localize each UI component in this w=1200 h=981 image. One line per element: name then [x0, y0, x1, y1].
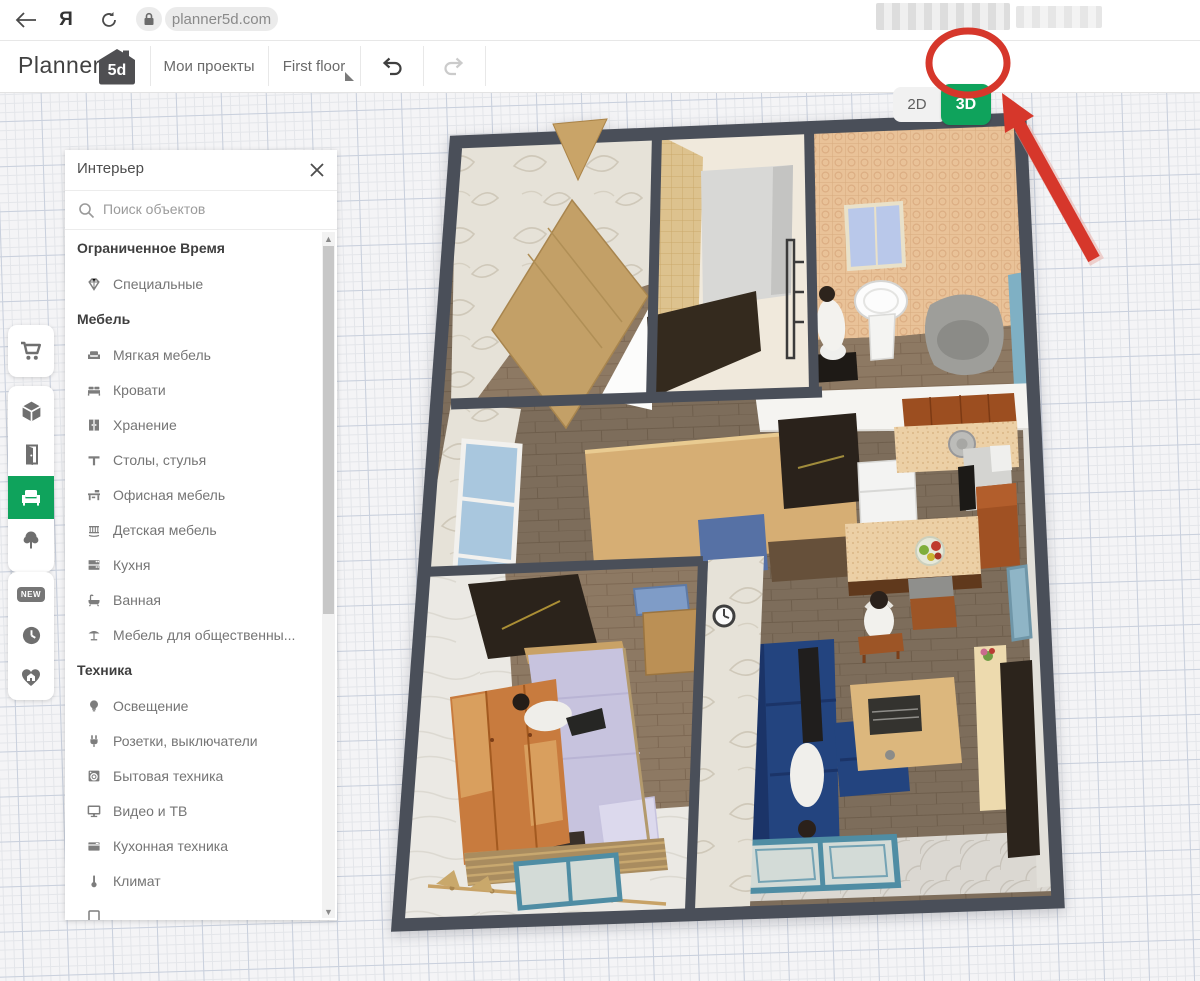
section-header: Мебель: [77, 311, 131, 327]
category-lighting[interactable]: Освещение: [65, 688, 323, 723]
chevron-corner-icon: [345, 72, 354, 81]
diamond-icon: [85, 276, 103, 292]
nav-my-projects[interactable]: Мои проекты: [150, 40, 268, 92]
bedroom-desk[interactable]: [642, 608, 701, 676]
logo-badge-icon: 5d: [99, 49, 135, 85]
furniture-sofa-icon[interactable]: [8, 476, 54, 519]
category-climate[interactable]: Климат: [65, 863, 323, 898]
floor-selector[interactable]: First floor: [268, 40, 360, 92]
toolbar-cart-card: [8, 325, 54, 377]
category-special[interactable]: Специальные: [65, 266, 323, 301]
scroll-down-icon[interactable]: ▼: [322, 905, 335, 918]
svg-text:5d: 5d: [108, 62, 127, 79]
category-bathroom[interactable]: Ванная: [65, 582, 323, 617]
redo-button[interactable]: [423, 40, 485, 92]
category-office-furniture[interactable]: Офисная мебель: [65, 477, 323, 512]
microwave-icon: [85, 838, 103, 854]
toolbar-extra-card: NEW: [8, 572, 54, 700]
plug-icon: [85, 733, 103, 749]
category-appliances[interactable]: Бытовая техника: [65, 758, 323, 793]
tree-icon[interactable]: [8, 519, 54, 562]
reload-icon[interactable]: [96, 0, 122, 40]
censored-block: [1016, 6, 1102, 28]
generic-icon: [85, 908, 103, 920]
toolbar-main-card: [8, 386, 54, 572]
kitchen-icon: [85, 557, 103, 573]
yandex-icon[interactable]: Я: [53, 0, 79, 40]
section-header: Ограниченное Время: [77, 240, 225, 256]
laptop[interactable]: [868, 695, 922, 735]
lock-icon: [136, 7, 162, 31]
living-door-panel[interactable]: [778, 413, 862, 509]
category-storage[interactable]: Хранение: [65, 407, 323, 442]
bedroom-floor-window[interactable]: [513, 852, 623, 911]
coffee-table[interactable]: [850, 677, 962, 771]
close-icon[interactable]: [306, 159, 328, 181]
apartment-render[interactable]: [390, 112, 1065, 932]
censored-block: [876, 3, 1010, 30]
scroll-up-icon[interactable]: ▲: [322, 232, 335, 245]
view-toggle-3d[interactable]: 3D: [941, 84, 991, 125]
category-kids-furniture[interactable]: Детская мебель: [65, 512, 323, 547]
bulb-icon: [85, 698, 103, 714]
browser-bar: Я planner5d.com: [0, 0, 1200, 41]
sofa-icon: [85, 347, 103, 363]
table-icon: [85, 452, 103, 468]
cart-icon[interactable]: [8, 330, 54, 373]
search-icon: [79, 203, 95, 219]
entry-room[interactable]: [451, 133, 657, 430]
wall-clock[interactable]: [712, 604, 736, 628]
logo-text: Planner: [18, 52, 101, 78]
crib-icon: [85, 522, 103, 538]
url-field[interactable]: planner5d.com: [165, 7, 278, 31]
category-sockets[interactable]: Розетки, выключатели: [65, 723, 323, 758]
category-soft-furniture[interactable]: Мягкая мебель: [65, 337, 323, 372]
bedroom[interactable]: [398, 561, 703, 925]
desk-icon: [85, 487, 103, 503]
clock-icon[interactable]: [8, 615, 54, 656]
category-kitchen-tech[interactable]: Кухонная техника: [65, 828, 323, 863]
thermometer-icon: [85, 873, 103, 889]
washer-icon: [85, 768, 103, 784]
bathroom[interactable]: [785, 119, 1036, 391]
side-table[interactable]: [910, 596, 957, 630]
door-icon[interactable]: [8, 433, 54, 476]
category-public-furniture[interactable]: Мебель для общественны...: [65, 617, 323, 652]
category-kitchen[interactable]: Кухня: [65, 547, 323, 582]
search-input[interactable]: Поиск объектов: [65, 191, 337, 230]
category-tables-chairs[interactable]: Столы, стулья: [65, 442, 323, 477]
app-header: Planner 5d Мои проекты First floor 2D 3D: [0, 40, 1200, 125]
floor-window[interactable]: [740, 833, 902, 895]
category-video-tv[interactable]: Видео и ТВ: [65, 793, 323, 828]
search-placeholder: Поиск объектов: [103, 201, 206, 217]
section-header: Техника: [77, 662, 133, 678]
cube-icon[interactable]: [8, 390, 54, 433]
right-wall-window[interactable]: [1006, 564, 1033, 642]
wardrobe-icon: [85, 417, 103, 433]
view-toggle-2d[interactable]: 2D: [893, 87, 947, 122]
umbrella-table-icon: [85, 627, 103, 643]
back-icon[interactable]: [12, 0, 40, 40]
panel-scrollbar[interactable]: ▲ ▼: [322, 232, 335, 918]
category-list: Ограниченное Время Специальные Мебель Мя…: [65, 230, 323, 920]
heart-home-icon[interactable]: [8, 657, 54, 698]
panel-title: Интерьер: [77, 160, 144, 177]
undo-button[interactable]: [360, 40, 423, 92]
category-beds[interactable]: Кровати: [65, 372, 323, 407]
monitor-icon: [85, 803, 103, 819]
bathtub-icon: [85, 592, 103, 608]
interior-panel: Интерьер Поиск объектов Ограниченное Вре…: [65, 150, 337, 920]
scrollbar-thumb[interactable]: [323, 246, 334, 614]
bed-icon: [85, 382, 103, 398]
new-badge[interactable]: NEW: [8, 574, 54, 615]
category-partial[interactable]: [65, 898, 323, 920]
